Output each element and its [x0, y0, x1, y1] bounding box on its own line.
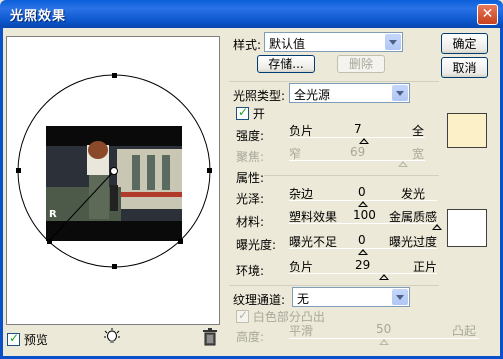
gloss-label: 光泽:	[236, 192, 265, 206]
height-slider[interactable]	[289, 338, 479, 345]
close-button[interactable]: ✕	[477, 4, 498, 25]
light-on-toggle[interactable]: 开	[236, 105, 265, 122]
texture-channel-label: 纹理通道:	[233, 293, 286, 307]
light-type-select[interactable]: 全光源	[289, 83, 410, 103]
ambience-label: 环境:	[236, 264, 265, 278]
style-label: 样式:	[233, 38, 262, 52]
ellipse-handle-top[interactable]	[112, 73, 117, 78]
preview-toggle[interactable]: 预览	[7, 331, 48, 348]
height-value: 50	[376, 322, 392, 336]
light-type-divider	[229, 81, 439, 82]
preview-image: R	[46, 126, 182, 241]
focus-slider-thumb[interactable]	[398, 161, 409, 167]
intensity-slider[interactable]	[289, 137, 425, 144]
height-label: 高度:	[236, 330, 265, 344]
light-color-swatch[interactable]	[447, 113, 487, 148]
ambience-value: 29	[355, 258, 371, 272]
focus-label: 聚焦:	[236, 150, 265, 164]
exposure-value: 0	[358, 233, 366, 247]
delete-style-button[interactable]: 删除	[337, 55, 385, 73]
gloss-value: 0	[358, 185, 366, 199]
height-min-label: 平滑	[289, 324, 314, 338]
texture-divider	[229, 285, 439, 286]
light-bulb-icon[interactable]	[103, 328, 121, 346]
focus-value: 69	[350, 145, 366, 159]
intensity-label: 强度:	[236, 129, 265, 143]
chevron-down-icon[interactable]	[385, 34, 401, 50]
window-frame-left	[0, 28, 3, 359]
window-title: 光照效果	[10, 9, 67, 24]
ellipse-handle-left[interactable]	[16, 168, 21, 173]
chevron-down-icon[interactable]	[392, 85, 408, 101]
preview-canvas[interactable]: R	[7, 37, 220, 325]
save-style-button[interactable]: 存储...	[257, 55, 315, 73]
light-type-select-value: 全光源	[294, 88, 331, 102]
gloss-slider[interactable]	[289, 200, 437, 207]
light-on-label: 开	[252, 107, 265, 121]
ok-button[interactable]: 确定	[441, 33, 488, 54]
chevron-down-icon[interactable]	[392, 289, 408, 305]
ambient-color-swatch[interactable]	[447, 209, 487, 247]
trash-icon[interactable]	[202, 328, 218, 346]
cancel-button[interactable]: 取消	[441, 57, 488, 78]
light-type-label: 光照类型:	[233, 89, 286, 103]
height-max-label: 凸起	[452, 324, 477, 338]
ambience-slider[interactable]	[289, 273, 437, 280]
ambience-slider-thumb[interactable]	[379, 274, 390, 280]
properties-label: 属性:	[236, 171, 265, 185]
light-on-checkbox[interactable]	[236, 105, 249, 120]
exposure-slider[interactable]	[289, 248, 437, 255]
ellipse-handle-right[interactable]	[207, 168, 212, 173]
intensity-slider-thumb[interactable]	[358, 138, 369, 144]
texture-channel-select[interactable]: 无	[292, 287, 410, 307]
height-slider-thumb[interactable]	[379, 339, 389, 345]
style-select[interactable]: 默认值	[264, 32, 403, 52]
title-bar: 光照效果 ✕	[0, 0, 503, 28]
material-label: 材料:	[236, 215, 265, 229]
exposure-label: 曝光度:	[236, 238, 277, 252]
material-value: 100	[353, 208, 376, 222]
ellipse-handle-bottom-left[interactable]	[47, 239, 52, 244]
material-slider[interactable]	[289, 223, 442, 230]
ellipse-handle-bottom-right[interactable]	[178, 239, 183, 244]
style-select-value: 默认值	[269, 37, 306, 51]
preview-pane[interactable]: R	[6, 36, 220, 325]
ellipse-handle-bottom[interactable]	[112, 264, 117, 269]
preview-checkbox[interactable]	[7, 331, 20, 346]
white-high-checkbox[interactable]	[236, 308, 249, 323]
exposure-slider-thumb[interactable]	[358, 249, 368, 255]
svg-text:R: R	[49, 209, 57, 220]
gloss-slider-thumb[interactable]	[358, 201, 368, 207]
material-slider-thumb[interactable]	[432, 224, 442, 230]
focus-slider[interactable]	[289, 160, 425, 167]
intensity-value: 7	[354, 122, 362, 136]
texture-channel-select-value: 无	[297, 292, 310, 306]
properties-divider	[264, 175, 439, 176]
preview-label: 预览	[23, 333, 48, 347]
